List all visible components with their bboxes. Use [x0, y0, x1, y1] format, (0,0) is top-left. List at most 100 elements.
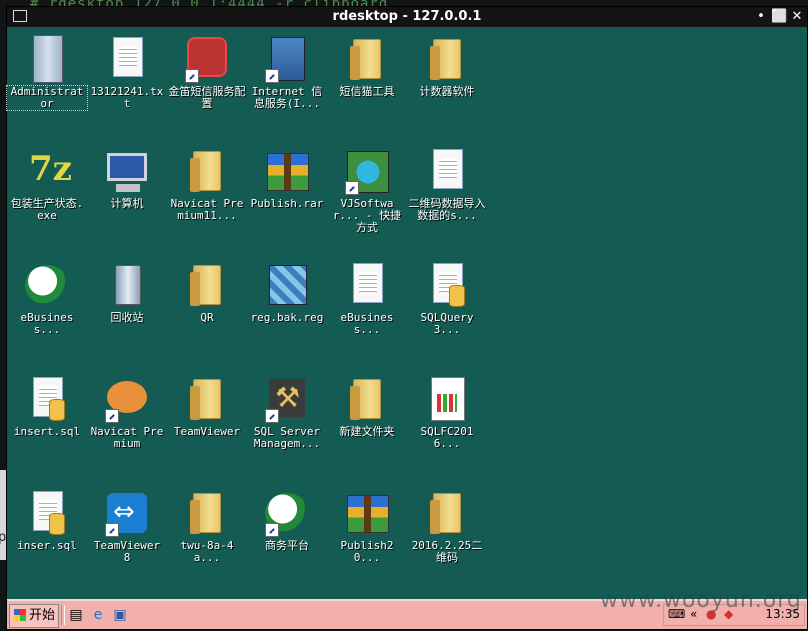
- desktop-icon[interactable]: Administrator: [6, 33, 88, 143]
- desktop-icon[interactable]: 7z 包装生产状态.exe: [7, 145, 87, 255]
- folder-icon: [183, 147, 231, 195]
- desktop-icon-label: TeamViewer: [173, 425, 241, 438]
- desktop-icon-label: SQLFC2016...: [420, 425, 474, 450]
- desktop-icon-label: insert.sql: [13, 425, 81, 438]
- shortcut-arrow-icon: [105, 409, 119, 423]
- desktop-icon-label: Navicat Premium: [90, 425, 164, 450]
- desktop-icon[interactable]: 计算机: [87, 145, 167, 255]
- desktop-icon-label: SQLQuery3...: [420, 311, 474, 336]
- docdb-icon: [23, 489, 71, 537]
- desktop-icon[interactable]: 回收站: [87, 259, 167, 369]
- shortcut-arrow-icon: [345, 181, 359, 195]
- desktop-icon-label: 二维码数据导入数据的s...: [408, 197, 486, 222]
- folder-icon: [423, 35, 471, 83]
- desktop-icon[interactable]: Publish20...: [327, 487, 407, 597]
- ebiz-icon: [23, 261, 71, 309]
- ie-icon[interactable]: e: [89, 606, 107, 624]
- rdesktop-window: rdesktop - 127.0.0.1 • ⬜ ✕ Administrator…: [6, 6, 808, 630]
- zip-icon: 7z: [29, 149, 72, 189]
- close-button[interactable]: ✕: [789, 8, 805, 26]
- window-title: rdesktop - 127.0.0.1: [332, 9, 482, 24]
- desktop-icon[interactable]: TeamViewer 8: [87, 487, 167, 597]
- folder-icon: [183, 375, 231, 423]
- admin-icon: [23, 35, 71, 83]
- tv-icon: [103, 489, 151, 537]
- desktop-icon[interactable]: Internet 信息服务(I...: [247, 33, 327, 143]
- desktop-icon[interactable]: SQLQuery3...: [407, 259, 487, 369]
- folder-icon: [343, 375, 391, 423]
- green-icon: [343, 147, 391, 195]
- desktop-icon-label: 回收站: [110, 311, 144, 324]
- desktop-icon[interactable]: 新建文件夹: [327, 373, 407, 483]
- desktop-icon[interactable]: insert.sql: [7, 373, 87, 483]
- shortcut-arrow-icon: [265, 523, 279, 537]
- desktop-icon[interactable]: SQL Server Managem...: [247, 373, 327, 483]
- desktop-icon[interactable]: Navicat Premium11...: [167, 145, 247, 255]
- desktop-icon-label: 新建文件夹: [339, 425, 395, 438]
- desktop-icon[interactable]: 计数器软件: [407, 33, 487, 143]
- start-button[interactable]: 开始: [9, 604, 59, 628]
- show-desktop-icon[interactable]: ▤: [67, 606, 85, 624]
- desktop-icon-label: eBusiness...: [20, 311, 74, 336]
- desktop-icon-label: Navicat Premium11...: [170, 197, 244, 222]
- desktop-icon[interactable]: 短信猫工具: [327, 33, 407, 143]
- desktop-icon[interactable]: twu-8a-4a...: [167, 487, 247, 597]
- explorer-icon[interactable]: ▣: [111, 606, 129, 624]
- shortcut-arrow-icon: [265, 69, 279, 83]
- computer-icon: [103, 147, 151, 195]
- start-label: 开始: [29, 608, 56, 623]
- desktop-icon[interactable]: eBusiness...: [7, 259, 87, 369]
- windows-flag-icon: [14, 609, 26, 621]
- phone-icon: [183, 35, 231, 83]
- taskbar-separator: [61, 605, 65, 625]
- desktop-icon-label: SQL Server Managem...: [253, 425, 321, 450]
- desktop-icon[interactable]: QR: [167, 259, 247, 369]
- shortcut-arrow-icon: [185, 69, 199, 83]
- desktop-icon-label: Administrator: [6, 85, 88, 111]
- desktop-icon[interactable]: reg.bak.reg: [247, 259, 327, 369]
- desktop-icon-label: VJSoftwar... - 快捷方式: [332, 197, 402, 234]
- desktop-icon-label: QR: [200, 311, 214, 324]
- folder-icon: [423, 489, 471, 537]
- folder-icon: [183, 489, 231, 537]
- reg-icon: [263, 261, 311, 309]
- winrar-icon: [263, 147, 311, 195]
- winrar-icon: [343, 489, 391, 537]
- desktop-icon[interactable]: eBusiness...: [327, 259, 407, 369]
- desktop-icon-label: 2016.2.25二维码: [411, 539, 483, 564]
- doc-icon: [103, 35, 151, 83]
- sqlsrv-icon: [263, 375, 311, 423]
- trash-icon: [103, 261, 151, 309]
- desktop-icon-label: 包装生产状态.exe: [10, 197, 84, 222]
- maximize-button[interactable]: ⬜: [771, 8, 787, 26]
- desktop-icon[interactable]: TeamViewer: [167, 373, 247, 483]
- desktop-icon[interactable]: Navicat Premium: [87, 373, 167, 483]
- ebiz-icon: [263, 489, 311, 537]
- desktop-icon[interactable]: 二维码数据导入数据的s...: [407, 145, 487, 255]
- window-titlebar[interactable]: rdesktop - 127.0.0.1 • ⬜ ✕: [7, 7, 807, 27]
- desktop-icon-label: inser.sql: [17, 539, 77, 552]
- desktop-icon-label: TeamViewer 8: [93, 539, 161, 564]
- minimize-button[interactable]: •: [753, 8, 769, 26]
- desktop-icon-label: 计数器软件: [419, 85, 475, 98]
- server-icon: [263, 35, 311, 83]
- docdb-icon: [423, 261, 471, 309]
- shortcut-arrow-icon: [265, 409, 279, 423]
- desktop-icon-label: 13121241.txt: [90, 85, 164, 110]
- desktop-icon-label: Internet 信息服务(I...: [251, 85, 323, 110]
- desktop-icon[interactable]: 2016.2.25二维码: [407, 487, 487, 597]
- desktop-icon[interactable]: 金笛短信服务配置: [167, 33, 247, 143]
- folder-icon: [183, 261, 231, 309]
- desktop-icon[interactable]: inser.sql: [7, 487, 87, 597]
- navicat-icon: [103, 375, 151, 423]
- desktop-icon[interactable]: 商务平台: [247, 487, 327, 597]
- doc-icon: [343, 261, 391, 309]
- desktop-icon-label: reg.bak.reg: [250, 311, 324, 324]
- desktop-icon[interactable]: VJSoftwar... - 快捷方式: [327, 145, 407, 255]
- folder-icon: [343, 35, 391, 83]
- desktop-icon-label: 计算机: [110, 197, 144, 210]
- desktop-icon[interactable]: Publish.rar: [247, 145, 327, 255]
- desktop-icon[interactable]: SQLFC2016...: [407, 373, 487, 483]
- desktop-icon[interactable]: 13121241.txt: [87, 33, 167, 143]
- shortcut-arrow-icon: [105, 523, 119, 537]
